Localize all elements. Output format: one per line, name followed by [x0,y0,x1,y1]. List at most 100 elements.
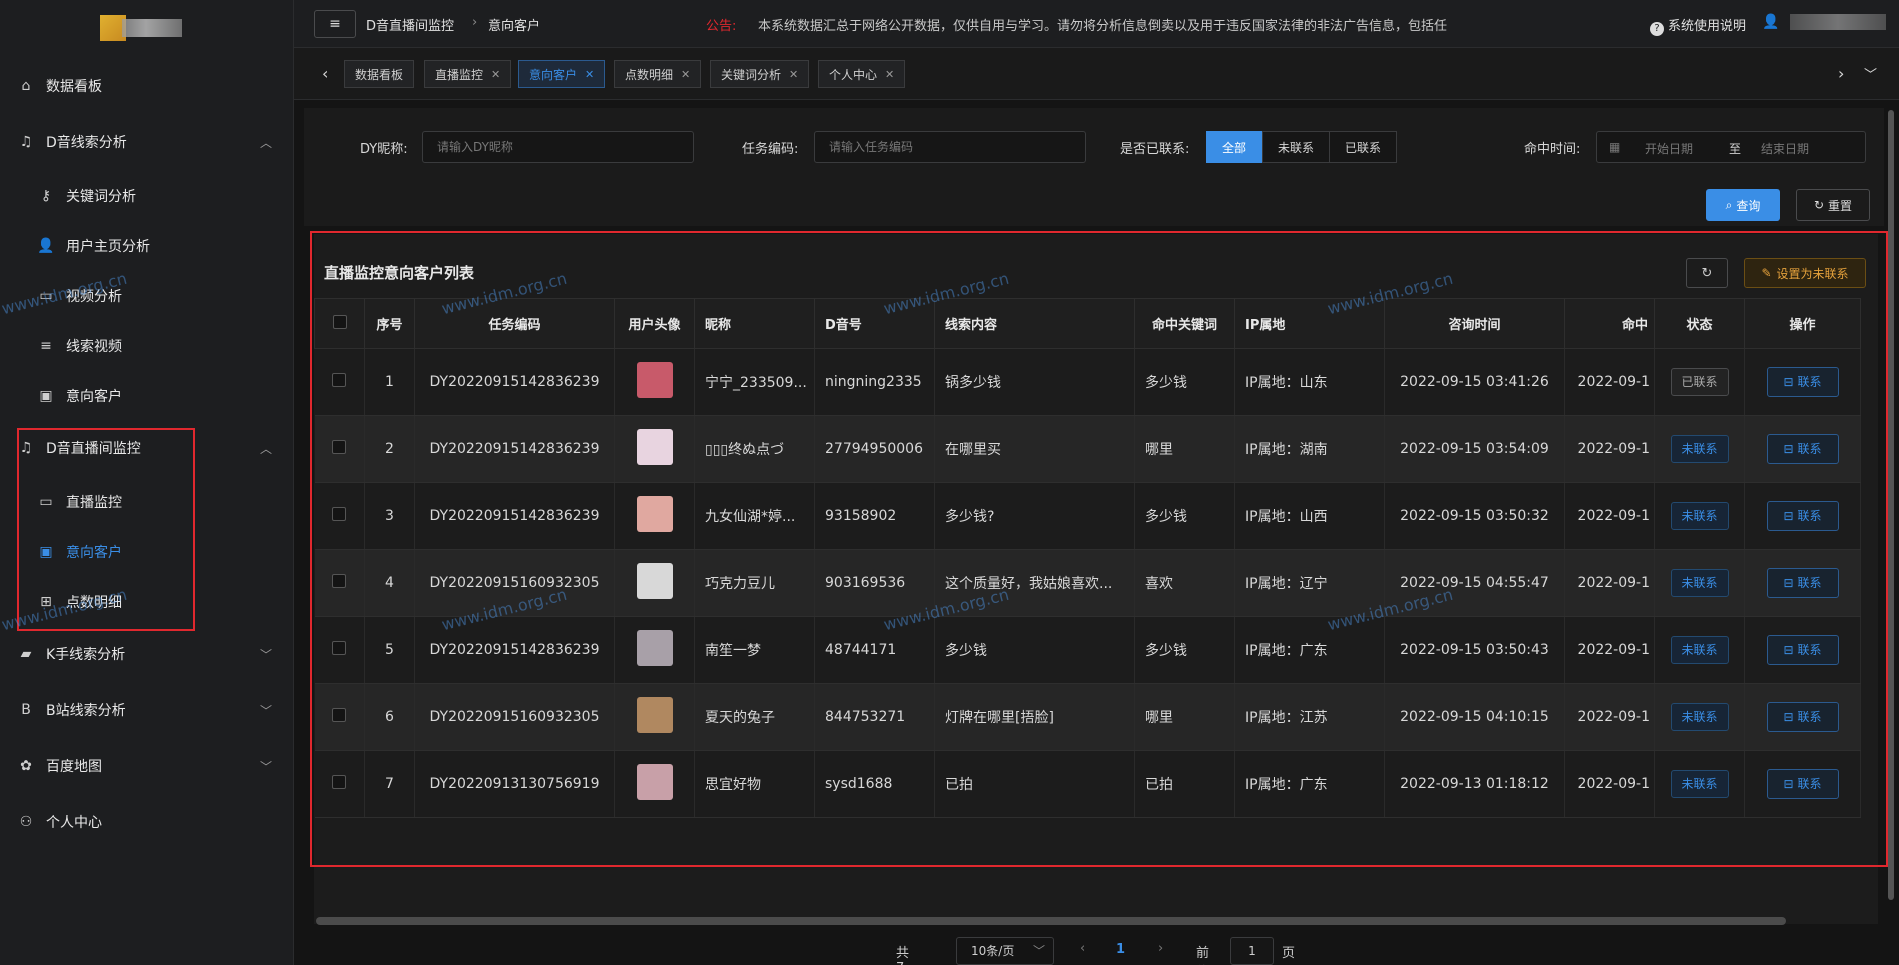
contact-button[interactable]: ⊟ 联系 [1766,367,1839,397]
contact-button[interactable]: ⊟ 联系 [1766,635,1839,665]
contact-filter-yes[interactable]: 已联系 [1329,131,1397,163]
clue-icon: ♫ [19,134,33,150]
prev-page-icon[interactable]: ‹ [1080,941,1085,956]
cell-no: 5 [364,616,415,684]
row-select-cell[interactable] [314,750,365,818]
select-all-cell[interactable] [314,298,365,349]
query-button[interactable]: ⌕ 查询 [1706,189,1780,221]
page-size-select[interactable]: 10条/页 ﹀ [956,937,1054,965]
vertical-scrollbar[interactable] [1888,110,1894,900]
cell-no: 6 [364,683,415,751]
close-icon[interactable]: ✕ [491,68,500,81]
close-icon[interactable]: ✕ [585,68,594,81]
table-row[interactable]: 1 DY20220915142836239 宁宁_233509... ningning… [314,348,1861,416]
col-header: 命中关键词 [1134,298,1235,349]
tab-points[interactable]: 点数明细 ✕ [614,60,702,88]
sidebar-item-k-clue[interactable]: ▰ K手线索分析 ﹀ [0,632,294,676]
close-icon[interactable]: ✕ [681,68,690,81]
map-icon: ✿ [20,758,32,774]
close-icon[interactable]: ✕ [789,68,798,81]
sidebar-item-intent-1[interactable]: ▣ 意向客户 [0,374,294,418]
cell-keyword: 已拍 [1134,750,1235,818]
tabs-scroll-left-icon[interactable]: ‹ [322,64,328,83]
row-select-cell[interactable] [314,482,365,550]
cell-nickname: ▯▯▯终ぬ点づ [694,415,815,483]
b-icon: B [21,702,31,718]
tab-live-monitor[interactable]: 直播监控 ✕ [424,60,512,88]
table-row[interactable]: 5 DY20220915142836239 南笙一梦 48744171 多少钱 多少钱 IP… [314,616,1861,684]
contact-filter-all[interactable]: 全部 [1206,131,1262,163]
select-all-checkbox[interactable] [332,314,347,329]
cell-avatar [614,616,695,684]
tab-dashboard[interactable]: 数据看板 [344,60,415,88]
sidebar-item-b-clue[interactable]: B B站线索分析 ﹀ [0,688,294,732]
table-row[interactable]: 4 DY20220915160932305 巧克力豆儿 903169536 这个质量好，… [314,549,1861,617]
start-date[interactable]: 开始日期 [1645,140,1693,157]
sidebar-item-user-home[interactable]: 👤 用户主页分析 [0,224,294,268]
cell-task-code: DY20220915142836239 [414,482,615,550]
cell-hit-time: 2022-09-1 [1564,415,1655,483]
sidebar-item-dashboard[interactable]: ⌂ 数据看板 [0,64,294,108]
row-select-cell[interactable] [314,549,365,617]
row-select-cell[interactable] [314,683,365,751]
reset-button[interactable]: ↻ 重置 [1796,189,1870,221]
row-checkbox[interactable] [332,775,347,789]
sidebar-item-profile[interactable]: ⚇ 个人中心 [0,800,294,844]
row-select-cell[interactable] [314,348,365,416]
table-row[interactable]: 3 DY20220915142836239 九女仙湖*婷... 93158902 多少钱… [314,482,1861,550]
set-uncontacted-button[interactable]: ✎ 设置为未联系 [1744,258,1866,288]
cell-consult-time: 2022-09-15 03:50:32 [1384,482,1565,550]
goto-page-input[interactable]: 1 [1230,937,1274,965]
table-row[interactable]: 6 DY20220915160932305 夏天的兔子 844753271 灯牌在哪里[… [314,683,1861,751]
next-page-icon[interactable]: › [1158,941,1163,956]
cell-hit-time: 2022-09-1 [1564,482,1655,550]
sidebar-item-video[interactable]: ▭ 视频分析 [0,274,294,318]
menu-toggle-button[interactable]: ≡ [314,10,356,38]
cell-action: ⊟ 联系 [1744,482,1861,550]
cell-avatar [614,482,695,550]
sidebar-item-baidu-map[interactable]: ✿ 百度地图 ﹀ [0,744,294,788]
page-number[interactable]: 1 [1116,942,1125,957]
nick-input[interactable]: 请输入DY昵称 [422,131,694,163]
refresh-table-button[interactable]: ↻ [1686,258,1728,288]
tab-keyword[interactable]: 关键词分析 ✕ [710,60,810,88]
table-row[interactable]: 2 DY20220915142836239 ▯▯▯终ぬ点づ 27794950006 在哪… [314,415,1861,483]
row-select-cell[interactable] [314,616,365,684]
task-code-input[interactable]: 请输入任务编码 [814,131,1086,163]
close-icon[interactable]: ✕ [885,68,894,81]
row-checkbox[interactable] [332,507,347,521]
row-checkbox[interactable] [332,440,347,454]
sidebar-item-d-clue[interactable]: ♫ D音线索分析 ︿ [0,120,294,164]
contact-button[interactable]: ⊟ 联系 [1766,501,1839,531]
tab-profile[interactable]: 个人中心 ✕ [818,60,906,88]
end-date[interactable]: 结束日期 [1761,140,1809,157]
cell-avatar [614,348,695,416]
table-row[interactable]: 7 DY20220913130756919 思宜好物 sysd1688 已拍 已拍 IP属地… [314,750,1861,818]
contact-filter-no[interactable]: 未联系 [1262,131,1330,163]
cell-consult-time: 2022-09-15 03:54:09 [1384,415,1565,483]
sidebar-item-keyword[interactable]: ⚷ 关键词分析 [0,174,294,218]
col-header: 状态 [1654,298,1745,349]
tab-intent[interactable]: 意向客户 ✕ [518,60,606,88]
cell-action: ⊟ 联系 [1744,549,1861,617]
contact-button[interactable]: ⊟ 联系 [1766,434,1839,464]
row-checkbox[interactable] [332,574,347,588]
tabs-dropdown-icon[interactable]: ﹀ [1864,64,1877,83]
contact-button[interactable]: ⊟ 联系 [1766,568,1839,598]
date-range-picker[interactable]: ▦ 开始日期 至 结束日期 [1596,131,1866,163]
contact-button[interactable]: ⊟ 联系 [1766,702,1839,732]
row-checkbox[interactable] [332,373,347,387]
user-name-blurred[interactable] [1790,14,1886,30]
row-checkbox[interactable] [332,708,347,722]
tabs-scroll-right-icon[interactable]: › [1838,64,1844,83]
help-link[interactable]: ? 系统使用说明 [1650,15,1746,36]
row-select-cell[interactable] [314,415,365,483]
user-avatar-icon[interactable]: 👤 [1762,14,1779,30]
contact-button[interactable]: ⊟ 联系 [1766,769,1839,799]
breadcrumb-parent[interactable]: D音直播间监控 [366,15,454,34]
cell-consult-time: 2022-09-15 03:41:26 [1384,348,1565,416]
row-checkbox[interactable] [332,641,347,655]
cell-nickname: 南笙一梦 [694,616,815,684]
sidebar-item-clue-video[interactable]: ≡ 线索视频 [0,324,294,368]
horizontal-scrollbar[interactable] [316,917,1786,925]
